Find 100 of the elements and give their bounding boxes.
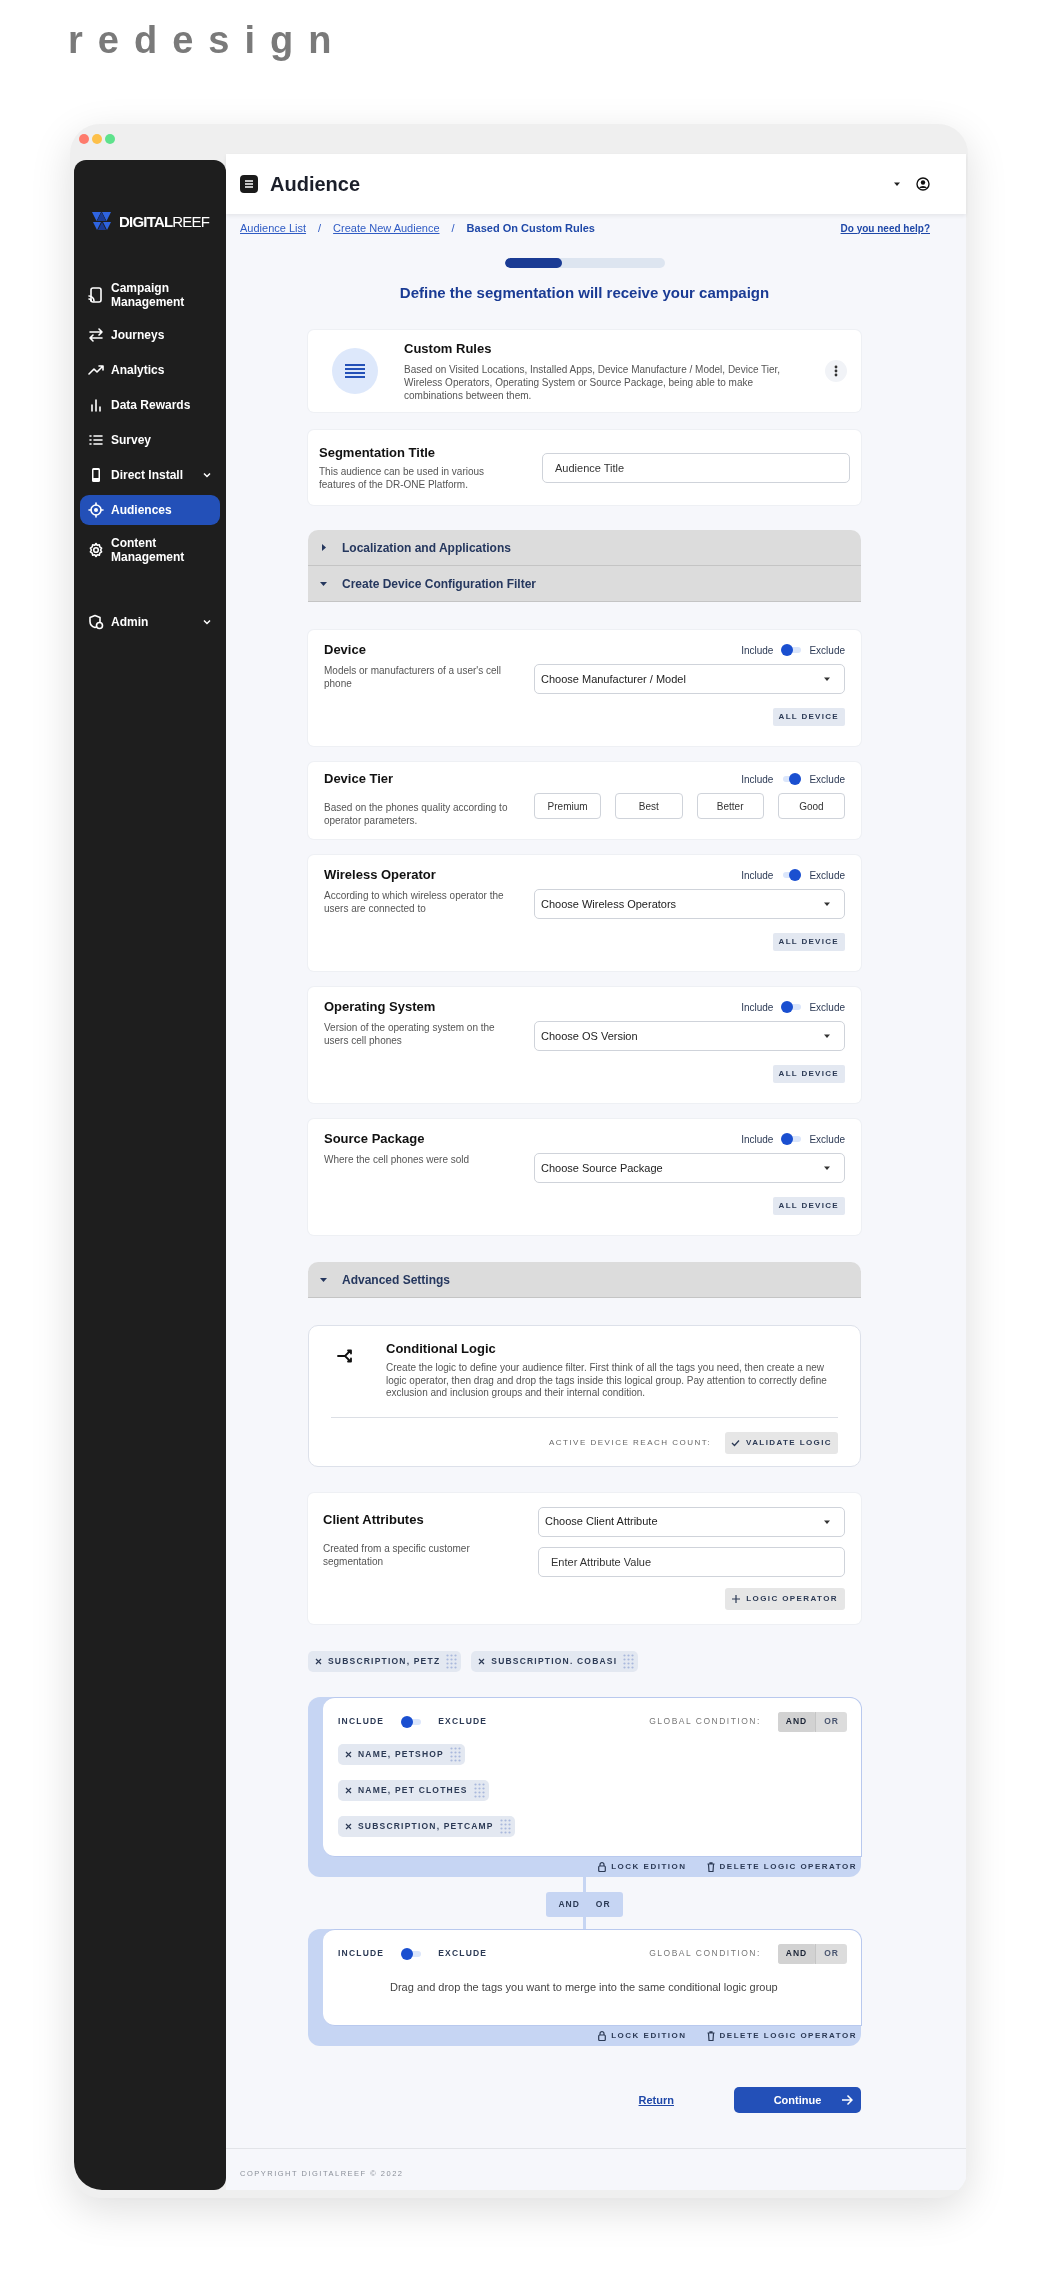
menu-icon[interactable]: [240, 175, 258, 193]
lines-icon: [345, 363, 365, 379]
drag-handle-icon[interactable]: [623, 1653, 635, 1669]
toggle-switch[interactable]: [401, 1947, 422, 1960]
drag-handle-icon[interactable]: [473, 1782, 485, 1798]
reach-count-label: ACTIVE DEVICE REACH COUNT:: [548, 1436, 712, 1449]
include-label: Include: [741, 1000, 774, 1015]
include-label: INCLUDE: [338, 1715, 385, 1728]
sidebar-item[interactable]: Direct Install: [80, 460, 220, 490]
bar-chart-icon: [88, 397, 104, 413]
window-zoom-dot[interactable]: [105, 134, 115, 144]
tier-option[interactable]: Best: [615, 793, 683, 819]
continue-button[interactable]: Continue: [734, 2087, 861, 2113]
lock-edition-button[interactable]: LOCK EDITION: [598, 2030, 687, 2042]
lock-edition-button[interactable]: LOCK EDITION: [598, 1860, 687, 1873]
drag-handle-icon[interactable]: [450, 1746, 461, 1762]
condition-option[interactable]: AND: [777, 1943, 816, 1964]
card-title: Client Attributes: [323, 1511, 425, 1528]
more-icon: [834, 365, 838, 377]
condition-option[interactable]: OR: [587, 1894, 619, 1914]
close-icon[interactable]: [478, 1657, 486, 1665]
toggle-switch[interactable]: [781, 644, 802, 656]
delete-logic-operator-button[interactable]: DELETE LOGIC OPERATOR: [706, 2030, 857, 2042]
sidebar-item[interactable]: Survey: [80, 425, 220, 455]
sidebar-item[interactable]: Analytics: [80, 355, 220, 385]
sidebar-item[interactable]: Admin: [80, 607, 220, 637]
caret-down-icon: [319, 1275, 328, 1284]
condition-option[interactable]: AND: [777, 1711, 816, 1732]
tier-option[interactable]: Premium: [534, 793, 602, 819]
help-link[interactable]: Do you need help?: [840, 220, 930, 236]
attribute-dropdown[interactable]: Choose Client Attribute: [538, 1506, 845, 1537]
filter-dropdown[interactable]: Choose OS Version: [534, 1021, 845, 1051]
condition-option[interactable]: AND: [550, 1894, 588, 1914]
breadcrumb-separator: /: [318, 220, 322, 236]
filter-title: Device Tier: [324, 771, 395, 787]
toggle-switch[interactable]: [401, 1715, 422, 1728]
all-device-button[interactable]: ALL DEVICE: [772, 708, 845, 726]
drop-hint: Drag and drop the tags you want to merge into the same conditional logic group: [390, 1979, 779, 1995]
tag-chip[interactable]: SUBSCRIPTION, PETZ: [308, 1650, 462, 1672]
close-icon[interactable]: [315, 1657, 322, 1665]
condition-option[interactable]: OR: [815, 1943, 847, 1964]
sidebar-item[interactable]: Audiences: [80, 495, 220, 525]
exclude-label: Exclude: [809, 868, 845, 883]
window-close-dot[interactable]: [79, 134, 89, 144]
title-input[interactable]: Audience Title: [542, 452, 850, 483]
window-minimize-dot[interactable]: [92, 134, 102, 144]
swap-arrows-icon: [88, 327, 104, 343]
breadcrumb-link[interactable]: Audience List: [240, 219, 307, 237]
condition-option[interactable]: OR: [815, 1711, 847, 1732]
filter-dropdown[interactable]: Choose Manufacturer / Model: [534, 664, 845, 694]
drag-handle-icon[interactable]: [446, 1653, 458, 1669]
tag-chip[interactable]: NAME, PET CLOTHES: [338, 1779, 489, 1801]
chevron-down-icon: [202, 617, 212, 627]
toggle-switch[interactable]: [781, 869, 802, 881]
sidebar-item[interactable]: Journeys: [80, 320, 220, 350]
exclude-label: Exclude: [809, 1000, 845, 1015]
include-label: Include: [741, 1132, 774, 1147]
sidebar-item[interactable]: Data Rewards: [80, 390, 220, 420]
breadcrumb-link[interactable]: Create New Audience: [333, 219, 440, 237]
filter-description: According to which wireless operator the users are connected to: [324, 889, 505, 915]
tag-chip[interactable]: NAME, PETSHOP: [338, 1743, 465, 1765]
cast-icon: [88, 287, 104, 303]
sidebar-item[interactable]: Content Management: [80, 530, 220, 570]
close-icon[interactable]: [345, 1786, 352, 1794]
exclude-label: EXCLUDE: [438, 1715, 488, 1728]
sidebar-item[interactable]: Campaign Management: [80, 275, 220, 315]
toggle-switch[interactable]: [781, 1001, 802, 1013]
tag-chip[interactable]: SUBSCRIPTION, PETCAMP: [338, 1815, 515, 1837]
card-description: Create the logic to define your audience filter. First think of all the tags you need, then create a new logic operator, then drag and drop the tags inside this logical group. Pay attention to correctly define exclusion and inclusion groups and their internal condition.: [386, 1362, 828, 1400]
drag-handle-icon[interactable]: [499, 1818, 511, 1834]
tier-option[interactable]: Better: [696, 793, 764, 819]
mockup-title: redesign: [68, 18, 347, 63]
filter-dropdown[interactable]: Choose Source Package: [534, 1153, 845, 1183]
toggle-switch[interactable]: [781, 1133, 802, 1145]
logo-mark-icon: [92, 212, 114, 230]
close-icon[interactable]: [345, 1750, 352, 1758]
return-link[interactable]: Return: [638, 2091, 674, 2109]
all-device-button[interactable]: ALL DEVICE: [772, 933, 845, 951]
accordion-header[interactable]: Advanced Settings: [308, 1262, 861, 1298]
chevron-down-icon: [202, 470, 212, 480]
lock-icon: [598, 1861, 607, 1872]
filter-dropdown[interactable]: Choose Wireless Operators: [534, 889, 845, 919]
toggle-switch[interactable]: [781, 773, 802, 785]
delete-logic-operator-button[interactable]: DELETE LOGIC OPERATOR: [706, 1860, 857, 1873]
more-button[interactable]: [825, 360, 847, 382]
close-icon[interactable]: [345, 1822, 352, 1830]
accordion-header[interactable]: Create Device Configuration Filter: [308, 566, 861, 602]
attribute-value-input[interactable]: Enter Attribute Value: [538, 1546, 845, 1577]
tier-option[interactable]: Good: [777, 793, 845, 819]
list-icon: [88, 432, 104, 448]
section-description: This audience can be used in various features of the DR-ONE Platform.: [319, 464, 486, 491]
validate-logic-button[interactable]: VALIDATE LOGIC: [725, 1431, 838, 1454]
user-icon[interactable]: [916, 177, 930, 191]
all-device-button[interactable]: ALL DEVICE: [772, 1197, 845, 1215]
tag-chip[interactable]: SUBSCRIPTION. COBASI: [471, 1650, 639, 1672]
accordion-header[interactable]: Localization and Applications: [308, 530, 861, 566]
all-device-button[interactable]: ALL DEVICE: [772, 1065, 845, 1083]
check-icon: [731, 1438, 741, 1447]
target-icon: [88, 502, 104, 518]
logic-operator-button[interactable]: LOGIC OPERATOR: [725, 1587, 845, 1610]
